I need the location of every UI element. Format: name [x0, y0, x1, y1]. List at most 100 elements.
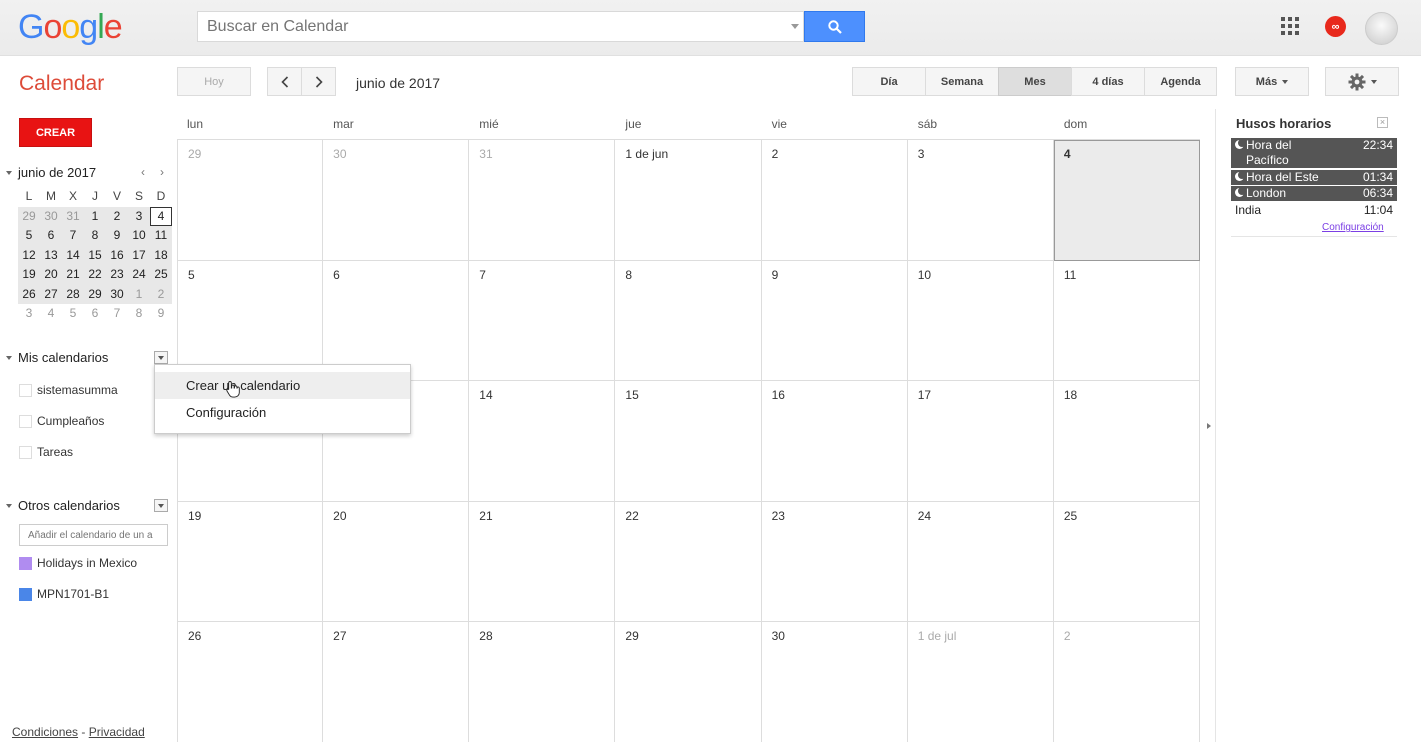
day-cell[interactable]: 8 [615, 260, 762, 382]
day-number[interactable]: 1 de jul [918, 629, 957, 643]
my-calendars-header[interactable]: Mis calendarios [6, 350, 108, 365]
day-number[interactable]: 1 de jun [625, 147, 668, 161]
mini-day[interactable]: 13 [40, 246, 62, 266]
avatar[interactable] [1365, 12, 1398, 45]
search-input[interactable] [198, 12, 803, 41]
day-number[interactable]: 15 [625, 388, 638, 402]
day-number[interactable]: 19 [188, 509, 201, 523]
mini-day[interactable]: 7 [62, 226, 84, 246]
mini-calendar-header[interactable]: junio de 2017 [6, 165, 96, 180]
day-number[interactable]: 4 [1064, 147, 1071, 161]
mini-day[interactable]: 1 [84, 207, 106, 227]
day-number[interactable]: 29 [188, 147, 201, 161]
mini-day[interactable]: 10 [128, 226, 150, 246]
other-calendars-menu-button[interactable] [154, 499, 168, 512]
today-button[interactable]: Hoy [177, 67, 251, 96]
other-calendar-item[interactable]: MPN1701-B1 [19, 587, 109, 601]
view-month-button[interactable]: Mes [998, 67, 1072, 96]
day-number[interactable]: 14 [479, 388, 492, 402]
day-cell[interactable]: 20 [323, 501, 470, 623]
day-number[interactable]: 6 [333, 268, 340, 282]
mini-day[interactable]: 18 [150, 246, 172, 266]
calendar-checkbox[interactable] [19, 414, 32, 428]
day-number[interactable]: 31 [479, 147, 492, 161]
day-number[interactable]: 30 [772, 629, 785, 643]
mini-day[interactable]: 3 [18, 304, 40, 324]
other-calendars-header[interactable]: Otros calendarios [6, 498, 120, 513]
day-cell[interactable]: 23 [761, 501, 908, 623]
my-calendar-item[interactable]: Cumpleaños [19, 414, 104, 428]
mini-day[interactable]: 14 [62, 246, 84, 266]
day-number[interactable]: 29 [625, 629, 638, 643]
mini-day[interactable]: 2 [150, 285, 172, 305]
day-cell[interactable]: 17 [907, 381, 1054, 502]
day-cell[interactable]: 7 [469, 260, 616, 382]
day-cell[interactable]: 10 [907, 260, 1054, 382]
day-number[interactable]: 2 [1064, 629, 1071, 643]
day-cell[interactable]: 9 [761, 260, 908, 382]
day-cell[interactable]: 3 [907, 140, 1054, 261]
day-cell[interactable]: 27 [323, 622, 470, 742]
terms-link[interactable]: Condiciones [12, 725, 78, 739]
my-calendar-item[interactable]: Tareas [19, 445, 73, 459]
day-cell[interactable]: 16 [761, 381, 908, 502]
mini-day[interactable]: 31 [62, 207, 84, 227]
other-calendar-item[interactable]: Holidays in Mexico [19, 556, 137, 570]
mini-day[interactable]: 21 [62, 265, 84, 285]
day-number[interactable]: 23 [772, 509, 785, 523]
search-box[interactable] [197, 11, 804, 42]
view-agenda-button[interactable]: Agenda [1144, 67, 1217, 96]
mini-day[interactable]: 29 [18, 207, 40, 227]
search-options-caret-icon[interactable] [791, 24, 799, 29]
view-day-button[interactable]: Día [852, 67, 926, 96]
day-number[interactable]: 20 [333, 509, 346, 523]
day-cell[interactable]: 11 [1053, 260, 1200, 382]
day-number[interactable]: 17 [918, 388, 931, 402]
day-number[interactable]: 21 [479, 509, 492, 523]
day-cell[interactable]: 2 [761, 140, 908, 261]
mini-day[interactable]: 15 [84, 246, 106, 266]
mini-day[interactable]: 22 [84, 265, 106, 285]
apps-grid-icon[interactable] [1281, 17, 1299, 35]
calendar-color-swatch[interactable] [19, 587, 32, 601]
day-number[interactable]: 3 [918, 147, 925, 161]
timezones-settings-link[interactable]: Configuración [1322, 222, 1384, 233]
day-number[interactable]: 26 [188, 629, 201, 643]
next-button[interactable] [301, 67, 336, 96]
mini-day[interactable]: 17 [128, 246, 150, 266]
notifications-icon[interactable]: ∞ [1325, 16, 1346, 37]
menu-item-create-calendar[interactable]: Crear un calendario [155, 372, 410, 399]
mini-day[interactable]: 8 [84, 226, 106, 246]
day-number[interactable]: 7 [479, 268, 486, 282]
mini-day[interactable]: 3 [128, 207, 150, 227]
mini-day[interactable]: 26 [18, 285, 40, 305]
day-number[interactable]: 9 [772, 268, 779, 282]
day-number[interactable]: 16 [772, 388, 785, 402]
day-cell[interactable]: 1 de jul [907, 622, 1054, 742]
search-button[interactable] [804, 11, 865, 42]
day-cell[interactable]: 26 [177, 622, 324, 742]
day-cell[interactable]: 21 [469, 501, 616, 623]
previous-button[interactable] [267, 67, 302, 96]
day-cell[interactable]: 31 [469, 140, 616, 261]
view-4days-button[interactable]: 4 días [1071, 67, 1145, 96]
day-cell[interactable]: 14 [469, 381, 616, 502]
view-week-button[interactable]: Semana [925, 67, 999, 96]
day-number[interactable]: 25 [1064, 509, 1077, 523]
day-cell[interactable]: 2 [1053, 622, 1200, 742]
day-cell[interactable]: 15 [615, 381, 762, 502]
day-cell[interactable]: 24 [907, 501, 1054, 623]
mini-day[interactable]: 16 [106, 246, 128, 266]
more-button[interactable]: Más [1235, 67, 1309, 96]
day-cell-today[interactable]: 4 [1053, 140, 1200, 261]
day-number[interactable]: 18 [1064, 388, 1077, 402]
mini-day[interactable]: 11 [150, 226, 172, 246]
mini-day[interactable]: 2 [106, 207, 128, 227]
mini-day[interactable]: 25 [150, 265, 172, 285]
mini-day[interactable]: 8 [128, 304, 150, 324]
mini-day[interactable]: 7 [106, 304, 128, 324]
mini-day[interactable]: 30 [106, 285, 128, 305]
day-cell[interactable]: 18 [1053, 381, 1200, 502]
day-number[interactable]: 5 [188, 268, 195, 282]
mini-day[interactable]: 6 [84, 304, 106, 324]
